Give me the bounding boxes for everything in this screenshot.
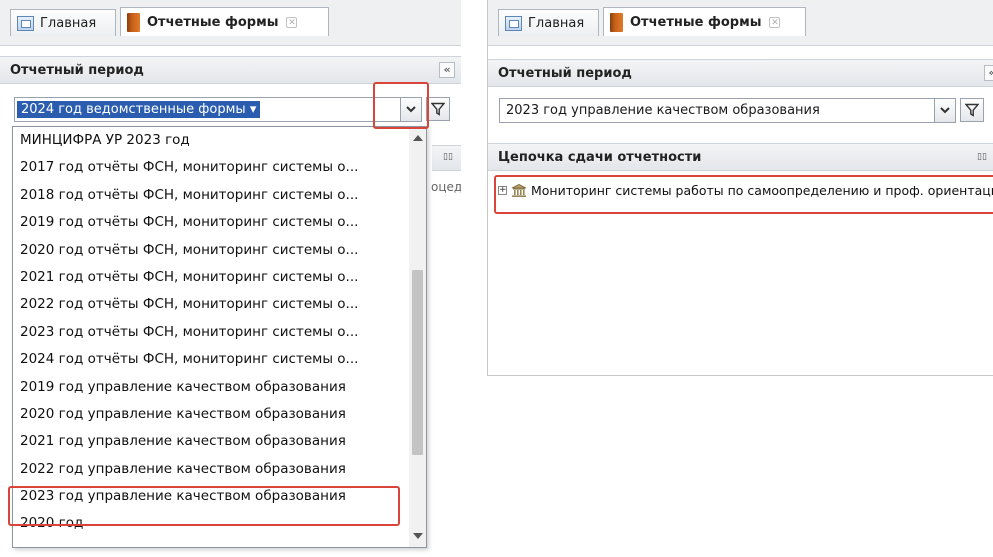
tab-forms-label: Отчетные формы — [630, 14, 762, 30]
tab-home-label: Главная — [40, 15, 97, 31]
dropdown-item[interactable]: 2024 год отчёты ФСН, мониторинг системы … — [13, 346, 426, 373]
chevron-down-icon[interactable] — [400, 98, 421, 121]
close-icon[interactable]: ✕ — [286, 16, 298, 28]
period-dropdown-list[interactable]: МИНЦИФРА УР 2023 год 2017 год отчёты ФСН… — [12, 126, 427, 548]
home-icon — [505, 15, 522, 31]
period-combobox[interactable]: 2023 год управление качеством образовани… — [499, 98, 956, 123]
scroll-down-icon[interactable] — [413, 533, 423, 539]
dropdown-item[interactable]: 2019 год управление качеством образовани… — [13, 374, 426, 401]
book-icon — [610, 12, 623, 32]
period-header: Отчетный период « — [488, 59, 993, 87]
chevron-down-icon[interactable] — [934, 99, 955, 122]
dropdown-item[interactable]: 2017 год отчёты ФСН, мониторинг системы … — [13, 154, 426, 181]
home-icon — [17, 15, 34, 31]
dropdown-item[interactable]: 2019 год отчёты ФСН, мониторинг системы … — [13, 209, 426, 236]
dropdown-item[interactable]: 2021 год отчёты ФСН, мониторинг системы … — [13, 264, 426, 291]
filter-icon — [431, 102, 445, 116]
dropdown-item[interactable]: 2020 год управление качеством образовани… — [13, 401, 426, 428]
left-panel: Главная Отчетные формы ✕ Отчетный период… — [0, 0, 461, 557]
period-header: Отчетный период « — [0, 56, 461, 84]
dropdown-item[interactable]: 2022 год отчёты ФСН, мониторинг системы … — [13, 291, 426, 318]
filter-icon — [965, 103, 979, 117]
dropdown-scrollbar[interactable] — [409, 127, 426, 547]
filter-button[interactable] — [426, 97, 450, 121]
binoculars-icon[interactable]: ▯▯ — [442, 152, 454, 162]
period-combobox-value: 2024 год ведомственные формы ▾ — [17, 101, 261, 118]
dropdown-item[interactable]: 2018 год отчёты ФСН, мониторинг системы … — [13, 182, 426, 209]
background-text: оцеду — [431, 180, 461, 194]
dropdown-item[interactable]: 2023 год отчёты ФСН, мониторинг системы … — [13, 319, 426, 346]
period-combobox-value: 2023 год управление качеством образовани… — [506, 103, 820, 118]
dropdown-item[interactable]: 2020 год отчёты ФСН, мониторинг системы … — [13, 237, 426, 264]
scroll-up-icon[interactable] — [413, 135, 423, 141]
chain-header-partial: ▯▯ — [432, 145, 461, 171]
tree-node[interactable]: + Мониторинг системы работы по самоопред… — [498, 183, 993, 198]
filter-button[interactable] — [960, 98, 984, 122]
tab-bar: Главная Отчетные формы ✕ — [488, 0, 993, 46]
chain-header-title: Цепочка сдачи отчетности — [498, 149, 702, 165]
binoculars-icon[interactable]: ▯▯ — [976, 152, 988, 162]
book-icon — [127, 12, 140, 32]
tab-home-label: Главная — [528, 15, 585, 31]
close-icon[interactable]: ✕ — [769, 16, 781, 28]
tab-forms-label: Отчетные формы — [147, 14, 279, 30]
tab-home[interactable]: Главная — [498, 9, 599, 36]
collapse-icon[interactable]: « — [439, 62, 455, 78]
dropdown-item[interactable]: 2022 год управление качеством образовани… — [13, 456, 426, 483]
period-header-title: Отчетный период — [10, 62, 144, 78]
expand-icon[interactable]: + — [498, 186, 507, 195]
right-panel: Главная Отчетные формы ✕ Отчетный период… — [487, 0, 993, 376]
tab-reporting-forms[interactable]: Отчетные формы ✕ — [120, 7, 329, 36]
collapse-icon[interactable]: « — [984, 65, 993, 81]
tree-node-label: Мониторинг системы работы по самоопредел… — [531, 183, 993, 198]
tab-home[interactable]: Главная — [10, 9, 116, 36]
dropdown-item[interactable]: МИНЦИФРА УР 2023 год — [13, 127, 426, 154]
chain-header: Цепочка сдачи отчетности ▯▯ — [488, 143, 993, 171]
tab-reporting-forms[interactable]: Отчетные формы ✕ — [603, 7, 806, 36]
tab-bar: Главная Отчетные формы ✕ — [0, 0, 461, 46]
dropdown-item[interactable]: 2020 год — [13, 510, 426, 537]
period-header-title: Отчетный период — [498, 65, 632, 81]
period-combobox[interactable]: 2024 год ведомственные формы ▾ — [14, 97, 422, 122]
scroll-thumb[interactable] — [412, 270, 423, 455]
dropdown-item[interactable]: 2021 год управление качеством образовани… — [13, 428, 426, 455]
dropdown-item-target[interactable]: 2023 год управление качеством образовани… — [13, 483, 426, 510]
institution-icon — [511, 184, 527, 197]
